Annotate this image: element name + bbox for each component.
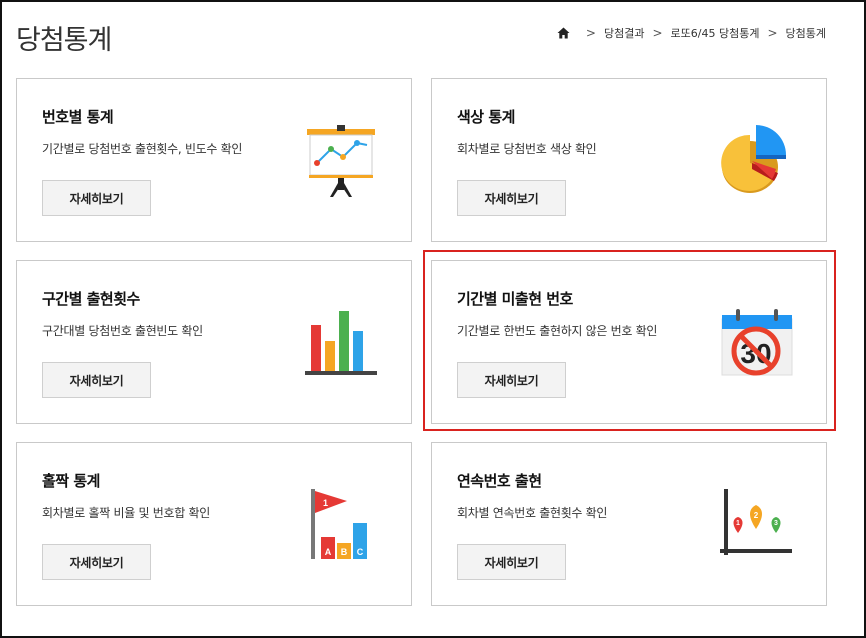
pie-chart-icon [721,125,786,193]
breadcrumb-item-lotto-stats[interactable]: 로또6/45 당첨통계 [671,25,760,41]
card-number-stats: 번호별 통계 기간별로 당첨번호 출현횟수, 빈도수 확인 자세히보기 [16,78,412,242]
selection-highlight [423,250,836,431]
card-description: 회차별 연속번호 출현횟수 확인 [457,506,608,520]
flag-bars-icon: 1 A B C [311,489,367,559]
card-description: 기간별로 당첨번호 출현횟수, 빈도수 확인 [42,142,243,156]
detail-button[interactable]: 자세히보기 [457,544,566,580]
flag-number: 1 [323,498,328,508]
card-odd-even-stats: 홀짝 통계 회차별로 홀짝 비율 및 번호합 확인 자세히보기 1 A B C [16,442,412,606]
card-range-frequency: 구간별 출현횟수 구간대별 당첨번호 출현빈도 확인 자세히보기 [16,260,412,424]
home-icon[interactable] [557,27,570,39]
detail-button[interactable]: 자세히보기 [457,180,566,216]
line-chart-easel-icon [307,125,375,197]
chevron-right-icon: > [585,26,596,40]
chevron-right-icon: > [767,26,778,40]
breadcrumb-item-current[interactable]: 당첨통계 [786,25,826,41]
detail-button[interactable]: 자세히보기 [42,180,151,216]
page-frame: 당첨통계 > 당첨결과 > 로또6/45 당첨통계 > 당첨통계 번호별 통계 … [0,0,866,638]
card-title: 홀짝 통계 [42,472,100,490]
map-pins-chart-icon: 1 2 3 [720,489,792,555]
chevron-right-icon: > [652,26,663,40]
card-color-stats: 색상 통계 회차별로 당첨번호 색상 확인 자세히보기 [431,78,827,242]
card-description: 회차별로 당첨번호 색상 확인 [457,142,597,156]
detail-button[interactable]: 자세히보기 [42,362,151,398]
pin-number-3: 3 [774,520,778,527]
breadcrumb-item-results[interactable]: 당첨결과 [604,25,644,41]
card-consecutive-numbers: 연속번호 출현 회차별 연속번호 출현횟수 확인 자세히보기 1 2 3 [431,442,827,606]
bar-letter-a: A [325,547,332,557]
page-title: 당첨통계 [16,25,112,56]
bar-letter-c: C [357,547,364,557]
bar-chart-icon [305,311,377,375]
pin-number-2: 2 [754,511,759,520]
card-title: 색상 통계 [457,108,515,126]
card-description: 구간대별 당첨번호 출현빈도 확인 [42,324,203,338]
card-title: 번호별 통계 [42,108,114,126]
card-title: 연속번호 출현 [457,472,542,490]
detail-button[interactable]: 자세히보기 [42,544,151,580]
bar-letter-b: B [341,547,348,557]
breadcrumb: > 당첨결과 > 로또6/45 당첨통계 > 당첨통계 [557,25,826,41]
card-title: 구간별 출현횟수 [42,290,140,308]
pin-number-1: 1 [736,520,740,527]
card-description: 회차별로 홀짝 비율 및 번호합 확인 [42,506,210,520]
